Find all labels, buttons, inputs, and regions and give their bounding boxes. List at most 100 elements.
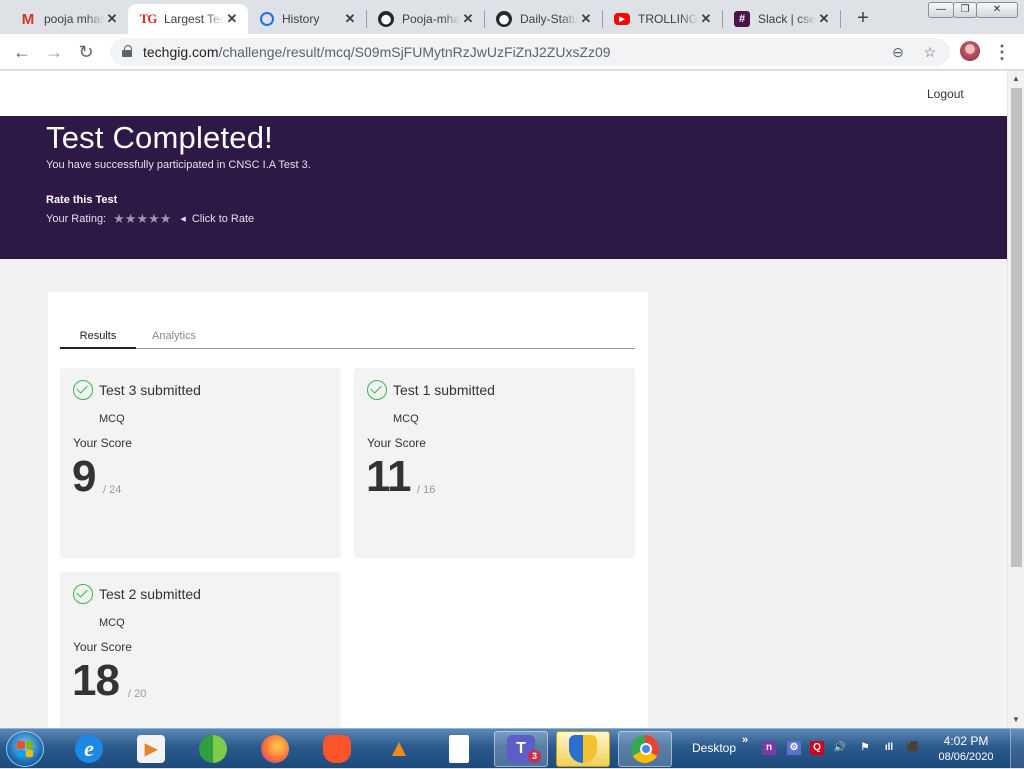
security-shield-icon bbox=[569, 735, 597, 763]
tab-title: TROLLING bbox=[638, 12, 698, 26]
result-card-test-3[interactable]: Test 3 submitted MCQ Your Score 9 / 24 bbox=[60, 368, 341, 558]
scroll-up-arrow-icon[interactable]: ▲ bbox=[1008, 71, 1024, 87]
back-button[interactable]: ← bbox=[10, 40, 34, 64]
taskbar-chrome-button[interactable] bbox=[618, 731, 672, 767]
bookmark-star-icon[interactable]: ☆ bbox=[920, 42, 940, 62]
result-card-test-2[interactable]: Test 2 submitted MCQ Your Score 18 / 20 bbox=[60, 572, 341, 728]
page-scrollbar[interactable]: ▲ ▼ bbox=[1007, 71, 1024, 728]
lock-icon bbox=[122, 45, 132, 57]
result-type: MCQ bbox=[393, 413, 419, 425]
taskbar-firefox-button[interactable] bbox=[248, 731, 302, 767]
start-button[interactable] bbox=[6, 731, 44, 767]
star-icon[interactable]: ★ bbox=[148, 212, 160, 225]
reload-button[interactable]: ↻ bbox=[74, 40, 98, 64]
tab-history[interactable]: History ✕ bbox=[248, 4, 366, 34]
caret-left-icon: ◀ bbox=[180, 216, 186, 223]
tab-gmail[interactable]: M pooja mhaske ✕ bbox=[8, 4, 128, 34]
check-circle-icon bbox=[73, 380, 93, 400]
show-desktop-button[interactable] bbox=[1010, 729, 1024, 769]
tab-github-daily-status[interactable]: ⬤ Daily-Status ✕ bbox=[484, 4, 602, 34]
result-type: MCQ bbox=[99, 617, 125, 629]
file-icon bbox=[449, 735, 469, 763]
score-value: 11 bbox=[366, 452, 412, 501]
clock-date[interactable]: 08/06/2020 bbox=[936, 751, 996, 763]
tab-analytics[interactable]: Analytics bbox=[152, 330, 196, 342]
page-title: Test Completed! bbox=[46, 120, 273, 155]
tab-results[interactable]: Results bbox=[60, 330, 136, 349]
onenote-icon[interactable]: n bbox=[762, 741, 776, 755]
close-icon[interactable]: ✕ bbox=[342, 11, 358, 27]
taskbar-globe-app-button[interactable] bbox=[186, 731, 240, 767]
toolbar-chevron-icon[interactable]: » bbox=[742, 734, 748, 746]
github-icon: ⬤ bbox=[496, 11, 512, 27]
logout-link[interactable]: Logout bbox=[927, 87, 964, 101]
quick-heal-icon[interactable]: Q bbox=[810, 741, 824, 755]
close-icon[interactable]: ✕ bbox=[460, 11, 476, 27]
tab-github-profile[interactable]: ⬤ Pooja-mhaske ✕ bbox=[366, 4, 484, 34]
tab-title: Pooja-mhaske bbox=[402, 12, 460, 26]
tab-title: History bbox=[282, 12, 320, 26]
close-icon[interactable]: ✕ bbox=[698, 11, 714, 27]
forward-button[interactable]: → bbox=[42, 40, 66, 64]
star-icon[interactable]: ★ bbox=[160, 212, 172, 225]
maximize-button[interactable]: ❐ bbox=[953, 2, 977, 18]
tab-slack[interactable]: # Slack | cse ✕ bbox=[722, 4, 840, 34]
result-card-test-1[interactable]: Test 1 submitted MCQ Your Score 11 / 16 bbox=[354, 368, 635, 558]
close-icon[interactable]: ✕ bbox=[578, 11, 594, 27]
scroll-down-arrow-icon[interactable]: ▼ bbox=[1008, 712, 1024, 728]
power-icon[interactable]: ⬛ bbox=[906, 741, 920, 755]
taskbar-security-shield-button[interactable] bbox=[556, 731, 610, 767]
close-icon[interactable]: ✕ bbox=[104, 11, 120, 27]
star-icon[interactable]: ★ bbox=[125, 212, 137, 225]
result-title: Test 2 submitted bbox=[99, 586, 201, 602]
taskbar-media-player-button[interactable]: ▶ bbox=[124, 731, 178, 767]
tab-title: Largest Tech Community bbox=[164, 12, 224, 26]
score-value: 18 bbox=[72, 656, 120, 705]
tab-techgig[interactable]: TG Largest Tech Community ✕ bbox=[128, 4, 248, 34]
taskbar-vlc-button[interactable]: ▲ bbox=[372, 731, 426, 767]
settings-icon[interactable]: ⚙ bbox=[787, 741, 801, 755]
zoom-icon[interactable]: ⊖ bbox=[888, 42, 908, 62]
volume-icon[interactable]: 🔊 bbox=[833, 741, 847, 755]
window-close-button[interactable]: ✕ bbox=[976, 2, 1018, 18]
taskbar-internet-explorer-button[interactable]: e bbox=[62, 731, 116, 767]
minimize-button[interactable]: — bbox=[928, 2, 954, 18]
click-to-rate-link[interactable]: Click to Rate bbox=[192, 213, 254, 225]
browser-menu-icon[interactable]: ⋮ bbox=[992, 40, 1012, 64]
scrollbar-thumb[interactable] bbox=[1011, 88, 1022, 567]
page-viewport: Logout Test Completed! You have successf… bbox=[0, 71, 1024, 728]
network-icon[interactable]: ıll bbox=[882, 741, 896, 755]
check-circle-icon bbox=[367, 380, 387, 400]
star-icon[interactable]: ★ bbox=[136, 212, 148, 225]
url-text[interactable]: techgig.com/challenge/result/mcq/S09mSjF… bbox=[143, 44, 611, 60]
taskbar-teams-button[interactable]: T3 bbox=[494, 731, 548, 767]
rate-test-heading: Rate this Test bbox=[46, 194, 118, 206]
tab-youtube[interactable]: ▶ TROLLING ✕ bbox=[602, 4, 722, 34]
check-circle-icon bbox=[73, 584, 93, 604]
star-rating[interactable]: ★ ★ ★ ★ ★ bbox=[113, 212, 172, 225]
score-total: / 24 bbox=[103, 484, 122, 496]
result-type: MCQ bbox=[99, 413, 125, 425]
internet-explorer-icon: e bbox=[75, 735, 103, 763]
address-bar[interactable]: techgig.com/challenge/result/mcq/S09mSjF… bbox=[110, 38, 950, 66]
taskbar-file-button[interactable] bbox=[432, 731, 486, 767]
desktop-toolbar-label[interactable]: Desktop bbox=[692, 741, 736, 755]
firefox-icon bbox=[261, 735, 289, 763]
taskbar-brave-button[interactable] bbox=[310, 731, 364, 767]
close-icon[interactable]: ✕ bbox=[224, 11, 240, 27]
globe-app-icon bbox=[199, 735, 227, 763]
tab-separator bbox=[840, 10, 841, 28]
clock-time[interactable]: 4:02 PM bbox=[936, 734, 996, 748]
star-icon[interactable]: ★ bbox=[113, 212, 125, 225]
windows-logo-icon bbox=[17, 741, 33, 757]
chrome-center-dot bbox=[640, 743, 652, 755]
action-center-icon[interactable]: ⚑ bbox=[858, 741, 872, 755]
vlc-icon: ▲ bbox=[387, 735, 411, 762]
profile-avatar[interactable] bbox=[960, 41, 980, 61]
participation-message: You have successfully participated in CN… bbox=[46, 159, 311, 171]
score-label: Your Score bbox=[73, 436, 132, 450]
close-icon[interactable]: ✕ bbox=[816, 11, 832, 27]
new-tab-button[interactable]: + bbox=[852, 7, 874, 29]
score-total: / 16 bbox=[417, 484, 436, 496]
score-label: Your Score bbox=[367, 436, 426, 450]
